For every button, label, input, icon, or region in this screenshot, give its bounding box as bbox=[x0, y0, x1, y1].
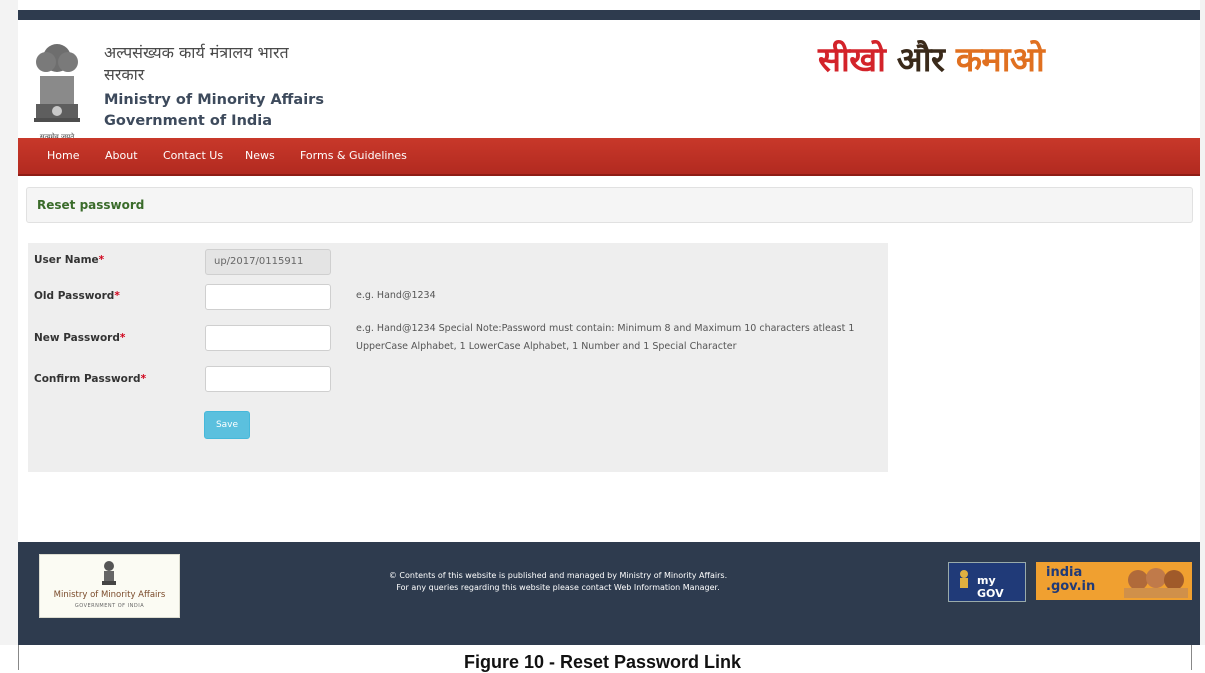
required-mark: * bbox=[98, 254, 105, 266]
slogan-part3: कमाओ bbox=[955, 40, 1045, 80]
slogan-part1: सीखो bbox=[818, 40, 886, 80]
site-footer: Ministry of Minority Affairs GOVERNMENT … bbox=[18, 542, 1200, 645]
india-gov-label: india .gov.in bbox=[1046, 565, 1096, 594]
ministry-name-line1: Ministry of Minority Affairs bbox=[104, 92, 324, 108]
children-photo-icon bbox=[1124, 568, 1188, 598]
footer-line1: © Contents of this website is published … bbox=[388, 571, 728, 580]
old-password-hint: e.g. Hand@1234 bbox=[356, 290, 436, 301]
save-button[interactable]: Save bbox=[204, 411, 250, 439]
ministry-name-hindi: अल्पसंख्यक कार्य मंत्रालय भारत सरकार bbox=[104, 43, 289, 84]
browser-page: सत्यमेव जयते अल्पसंख्यक कार्य मंत्रालय भ… bbox=[18, 10, 1200, 645]
required-mark: * bbox=[140, 373, 147, 385]
footer-copyright: © Contents of this website is published … bbox=[318, 570, 798, 594]
main-nav: Home About Contact Us News Forms & Guide… bbox=[18, 138, 1200, 176]
ministry-name-english: Ministry of Minority Affairs Government … bbox=[104, 90, 324, 132]
required-mark: * bbox=[119, 332, 126, 344]
mygov-label: my GOV bbox=[977, 574, 1004, 600]
old-password-label: Old Password* bbox=[34, 290, 120, 302]
mygov-emblem-icon bbox=[960, 570, 968, 588]
left-margin bbox=[0, 0, 18, 645]
india-gov-badge[interactable]: india .gov.in bbox=[1036, 562, 1192, 600]
footer-emblem-icon bbox=[102, 561, 116, 585]
new-password-label: New Password* bbox=[34, 332, 125, 344]
new-password-input[interactable] bbox=[205, 325, 331, 351]
footer-logo-name: Ministry of Minority Affairs bbox=[53, 590, 166, 600]
old-password-input[interactable] bbox=[205, 284, 331, 310]
reset-password-panel-header: Reset password bbox=[26, 187, 1193, 223]
ministry-name-line2: Government of India bbox=[104, 113, 273, 129]
nav-home[interactable]: Home bbox=[47, 149, 79, 162]
new-password-hint: e.g. Hand@1234 Special Note:Password mus… bbox=[356, 323, 855, 352]
panel-title: Reset password bbox=[37, 198, 145, 212]
slogan-logo: सीखो और कमाओ bbox=[818, 40, 1045, 80]
footer-logo-sub: GOVERNMENT OF INDIA bbox=[74, 603, 145, 609]
new-password-label-text: New Password bbox=[34, 332, 120, 344]
confirm-password-label-text: Confirm Password bbox=[34, 373, 141, 385]
nav-forms-guidelines[interactable]: Forms & Guidelines bbox=[300, 149, 407, 162]
nav-about[interactable]: About bbox=[105, 149, 138, 162]
top-bar bbox=[18, 10, 1200, 20]
confirm-password-label: Confirm Password* bbox=[34, 373, 146, 385]
right-margin bbox=[1200, 0, 1205, 645]
mygov-badge[interactable]: my GOV bbox=[948, 562, 1026, 602]
username-label-text: User Name bbox=[34, 254, 99, 266]
nav-news[interactable]: News bbox=[245, 149, 275, 162]
required-mark: * bbox=[114, 290, 120, 302]
nav-contact-us[interactable]: Contact Us bbox=[163, 149, 223, 162]
national-emblem-icon bbox=[34, 44, 80, 122]
old-password-label-text: Old Password bbox=[34, 290, 115, 302]
username-label: User Name* bbox=[34, 254, 104, 266]
confirm-password-input[interactable] bbox=[205, 366, 331, 392]
site-header: सत्यमेव जयते अल्पसंख्यक कार्य मंत्रालय भ… bbox=[18, 20, 1200, 148]
reset-password-form: User Name* up/2017/0115911 Old Password*… bbox=[28, 243, 888, 472]
username-field: up/2017/0115911 bbox=[205, 249, 331, 275]
footer-line2: For any queries regarding this website p… bbox=[396, 583, 720, 592]
footer-ministry-logo: Ministry of Minority Affairs GOVERNMENT … bbox=[39, 554, 180, 618]
slogan-part2: और bbox=[896, 40, 945, 80]
